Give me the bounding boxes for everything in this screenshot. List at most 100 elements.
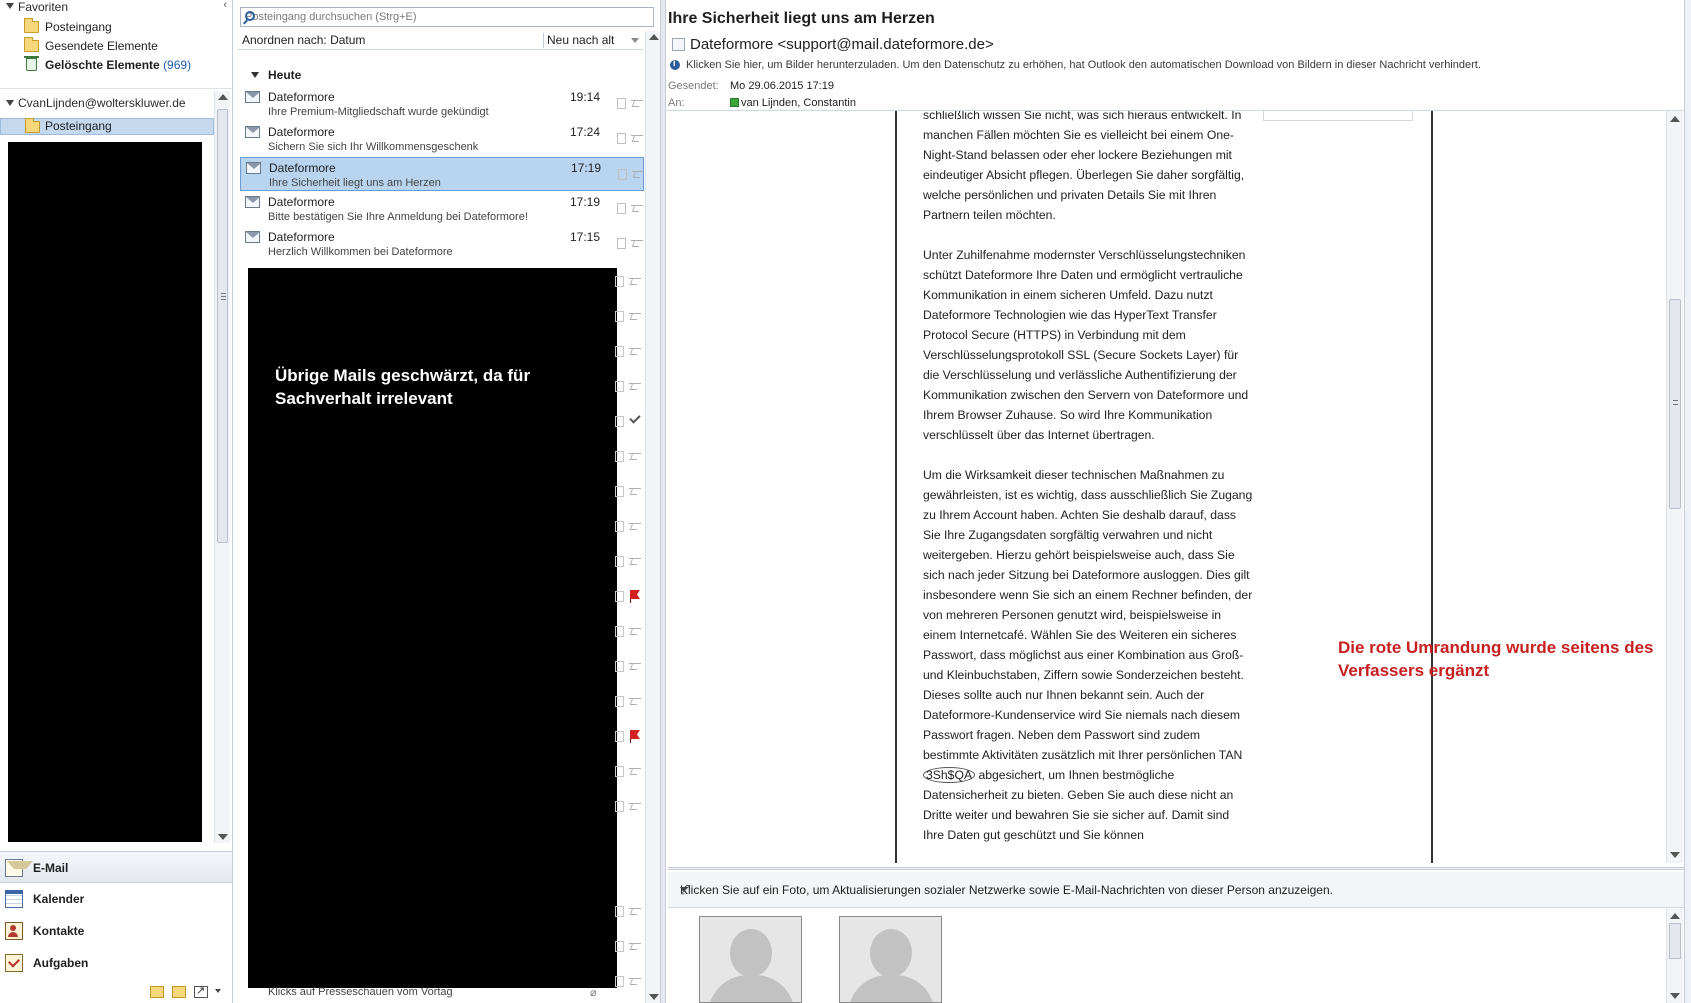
flag-icon[interactable] bbox=[630, 167, 644, 181]
category-icon[interactable] bbox=[617, 133, 626, 144]
category-icon[interactable] bbox=[615, 451, 624, 462]
flag-icon[interactable] bbox=[629, 201, 643, 215]
category-icon[interactable] bbox=[615, 346, 624, 357]
category-icon[interactable] bbox=[615, 661, 624, 672]
scroll-down-arrow-icon[interactable] bbox=[649, 994, 659, 1000]
category-icon[interactable] bbox=[615, 976, 624, 987]
flag-icon[interactable] bbox=[627, 309, 641, 323]
folder-inbox-selected[interactable]: Posteingang bbox=[0, 118, 214, 135]
category-icon[interactable] bbox=[615, 486, 624, 497]
favorites-header[interactable]: Favoriten ‹ bbox=[4, 0, 229, 16]
scroll-up-arrow-icon[interactable] bbox=[1670, 913, 1680, 919]
chevron-down-icon[interactable] bbox=[680, 887, 688, 892]
scroll-up-arrow-icon[interactable] bbox=[1670, 116, 1680, 122]
message-row[interactable]: Dateformore Bitte bestätigen Sie Ihre An… bbox=[240, 192, 644, 226]
flag-icon[interactable] bbox=[627, 274, 641, 288]
category-icon[interactable] bbox=[615, 591, 624, 602]
contact-photo[interactable] bbox=[839, 916, 942, 1003]
sort-order-button[interactable]: Neu nach alt bbox=[547, 33, 614, 47]
sender-checkbox[interactable] bbox=[672, 38, 685, 51]
flag-icon[interactable] bbox=[627, 484, 641, 498]
sort-dropdown-icon[interactable] bbox=[631, 38, 639, 43]
category-icon[interactable] bbox=[615, 416, 624, 427]
flag-icon[interactable] bbox=[627, 764, 641, 778]
message-list-scrollbar[interactable] bbox=[645, 31, 660, 1003]
message-row-selected[interactable]: Dateformore Ihre Sicherheit liegt uns am… bbox=[240, 157, 644, 191]
people-pane-splitter[interactable] bbox=[668, 867, 1684, 870]
search-icon[interactable] bbox=[245, 11, 255, 21]
module-mail[interactable]: E-Mail bbox=[0, 851, 232, 883]
message-sender[interactable]: Dateformore <support@mail.dateformore.de… bbox=[690, 36, 994, 53]
red-flag-icon[interactable] bbox=[627, 589, 641, 603]
favorite-sent-items[interactable]: Gesendete Elemente bbox=[22, 37, 222, 55]
image-download-info-bar[interactable]: Klicken Sie hier, um Bilder herunterzula… bbox=[670, 58, 1481, 71]
scroll-thumb[interactable] bbox=[1669, 299, 1681, 509]
collapse-triangle-icon[interactable] bbox=[251, 72, 259, 78]
scroll-thumb[interactable] bbox=[217, 109, 228, 543]
category-icon[interactable] bbox=[615, 801, 624, 812]
flag-icon[interactable] bbox=[629, 236, 643, 250]
category-icon[interactable] bbox=[615, 906, 624, 917]
account-header[interactable]: CvanLijnden@wolterskluwer.de bbox=[4, 96, 229, 110]
collapse-triangle-icon[interactable] bbox=[6, 3, 14, 9]
folder-list-icon[interactable] bbox=[172, 986, 186, 998]
category-icon[interactable] bbox=[615, 381, 624, 392]
category-icon[interactable] bbox=[615, 556, 624, 567]
category-icon[interactable] bbox=[615, 521, 624, 532]
search-box[interactable]: Posteingang durchsuchen (Strg+E) bbox=[240, 7, 654, 27]
category-icon[interactable] bbox=[615, 276, 624, 287]
message-subject-partial[interactable]: Klicks auf Presseschauen vom Vortag bbox=[268, 986, 453, 998]
category-icon[interactable] bbox=[615, 311, 624, 322]
category-icon[interactable] bbox=[615, 766, 624, 777]
flag-icon[interactable] bbox=[629, 131, 643, 145]
completed-check-icon[interactable] bbox=[627, 412, 641, 428]
notes-icon[interactable] bbox=[150, 986, 164, 998]
minimize-pane-icon[interactable]: ‹ bbox=[223, 0, 227, 11]
module-calendar[interactable]: Kalender bbox=[0, 883, 232, 915]
scroll-down-arrow-icon[interactable] bbox=[1670, 993, 1680, 999]
scroll-down-arrow-icon[interactable] bbox=[218, 834, 228, 840]
category-icon[interactable] bbox=[617, 98, 626, 109]
flag-icon[interactable] bbox=[627, 939, 641, 953]
category-icon[interactable] bbox=[615, 731, 624, 742]
expand-icon[interactable]: ⤢ bbox=[680, 882, 1656, 898]
scroll-up-arrow-icon[interactable] bbox=[218, 94, 228, 100]
category-icon[interactable] bbox=[615, 941, 624, 952]
flag-icon[interactable] bbox=[627, 554, 641, 568]
contact-photo[interactable] bbox=[699, 916, 802, 1003]
folder-scrollbar[interactable] bbox=[214, 91, 230, 843]
flag-icon[interactable] bbox=[627, 974, 641, 988]
category-icon[interactable] bbox=[618, 169, 627, 180]
scroll-down-arrow-icon[interactable] bbox=[1670, 852, 1680, 858]
arrange-by-button[interactable]: Anordnen nach: Datum bbox=[242, 33, 365, 47]
reading-scrollbar[interactable] bbox=[1666, 111, 1683, 863]
module-tasks[interactable]: Aufgaben bbox=[0, 947, 232, 979]
people-pane-scrollbar[interactable] bbox=[1666, 909, 1683, 1003]
configure-buttons-icon[interactable] bbox=[215, 989, 221, 993]
flag-icon[interactable] bbox=[629, 96, 643, 110]
message-row[interactable]: Dateformore Sichern Sie sich Ihr Willkom… bbox=[240, 122, 644, 156]
message-row[interactable]: Dateformore Ihre Premium-Mitgliedschaft … bbox=[240, 87, 644, 121]
category-icon[interactable] bbox=[615, 696, 624, 707]
category-icon[interactable] bbox=[615, 626, 624, 637]
shortcuts-icon[interactable] bbox=[194, 984, 208, 998]
collapse-triangle-icon[interactable] bbox=[6, 100, 14, 106]
favorite-inbox[interactable]: Posteingang bbox=[22, 18, 222, 36]
category-icon[interactable] bbox=[617, 203, 626, 214]
flag-icon[interactable] bbox=[627, 694, 641, 708]
flag-icon[interactable] bbox=[627, 624, 641, 638]
flag-icon[interactable] bbox=[627, 799, 641, 813]
flag-icon[interactable] bbox=[627, 659, 641, 673]
favorite-deleted-items[interactable]: Gelöschte Elemente (969) bbox=[22, 56, 222, 74]
category-icon[interactable] bbox=[617, 238, 626, 249]
flag-icon[interactable] bbox=[627, 519, 641, 533]
flag-icon[interactable] bbox=[627, 379, 641, 393]
recipient[interactable]: van Lijnden, Constantin bbox=[730, 97, 856, 109]
module-contacts[interactable]: Kontakte bbox=[0, 915, 232, 947]
red-flag-icon[interactable] bbox=[627, 729, 641, 743]
flag-icon[interactable] bbox=[627, 904, 641, 918]
group-header-today[interactable]: Heute bbox=[238, 68, 643, 82]
flag-icon[interactable] bbox=[627, 449, 641, 463]
scroll-thumb[interactable] bbox=[1669, 923, 1681, 959]
message-row[interactable]: Dateformore Herzlich Willkommen bei Date… bbox=[240, 227, 644, 261]
